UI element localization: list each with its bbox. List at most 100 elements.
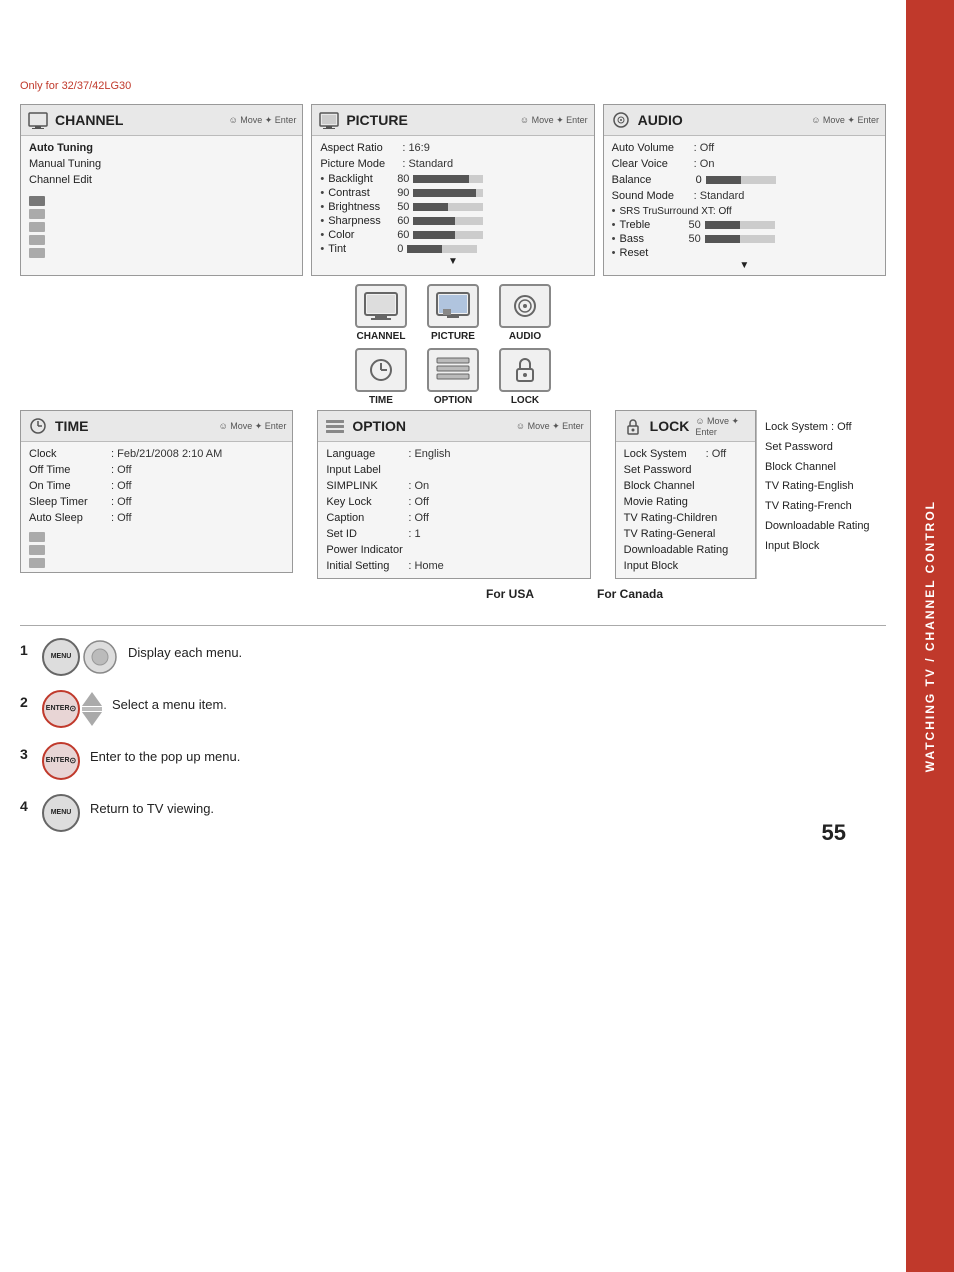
audio-balance: Balance 0: [612, 172, 877, 188]
option-nav: ☺ Move ✦ Enter: [516, 421, 584, 432]
channel-body: Auto Tuning Manual Tuning Channel Edit: [21, 136, 302, 262]
time-autosleep: Auto Sleep : Off: [29, 510, 284, 526]
picture-mode-row: Picture Mode : Standard: [320, 156, 585, 172]
backlight-bar: [413, 175, 483, 183]
instruction-1-text: Display each menu.: [128, 644, 242, 662]
arrow-up-2[interactable]: [82, 692, 102, 706]
picture-title: PICTURE: [346, 112, 514, 128]
time-icon: [27, 415, 49, 437]
audio-header: AUDIO ☺ Move ✦ Enter: [604, 105, 885, 136]
icon-row-2: TIME OPTION: [20, 348, 886, 406]
picture-brightness: • Brightness 50: [320, 200, 585, 214]
option-header: OPTION ☺ Move ✦ Enter: [318, 411, 589, 442]
audio-icon-label: AUDIO: [509, 331, 541, 342]
time-title: TIME: [55, 418, 213, 434]
only-for-label: Only for 32/37/42LG30: [20, 80, 886, 92]
option-initial: Initial Setting : Home: [326, 558, 581, 574]
instruction-3-number: 3: [20, 746, 32, 762]
option-language: Language : English: [326, 446, 581, 462]
option-caption: Caption : Off: [326, 510, 581, 526]
option-keylock: Key Lock : Off: [326, 494, 581, 510]
channel-header: CHANNEL ☺ Move ✦ Enter: [21, 105, 302, 136]
audio-icon: [610, 109, 632, 131]
menu-button-4[interactable]: MENU: [42, 794, 80, 832]
lock-header-icon: [622, 415, 644, 437]
channel-icon-btn[interactable]: CHANNEL: [355, 284, 407, 342]
right-sidebar: WATCHING TV / CHANNEL CONTROL: [906, 0, 954, 1272]
channel-panel: CHANNEL ☺ Move ✦ Enter Auto Tuning Manua…: [20, 104, 303, 276]
canada-tv-french: TV Rating-French: [765, 497, 878, 517]
menu-button-1[interactable]: MENU: [42, 638, 80, 676]
channel-icon: [27, 109, 49, 131]
time-icon-label: TIME: [369, 395, 393, 406]
time-offtime: Off Time : Off: [29, 462, 284, 478]
channel-nav: ☺ Move ✦ Enter: [229, 115, 297, 126]
sharpness-bar: [413, 217, 483, 225]
lock-nav: ☺ Move ✦ Enter: [695, 416, 749, 437]
tint-bar: [407, 245, 477, 253]
instruction-4-text: Return to TV viewing.: [90, 800, 214, 818]
audio-clearvoice: Clear Voice : On: [612, 156, 877, 172]
canada-column: Lock System : Off Set Password Block Cha…: [756, 410, 886, 579]
page-number: 55: [822, 820, 846, 846]
option-setid: Set ID : 1: [326, 526, 581, 542]
lock-inputblock: Input Block: [624, 558, 747, 574]
instruction-4: 4 MENU Return to TV viewing.: [20, 794, 886, 832]
bass-bar: [705, 235, 775, 243]
audio-soundmode: Sound Mode : Standard: [612, 188, 877, 204]
brightness-bar: [413, 203, 483, 211]
lock-icon-label: LOCK: [511, 395, 539, 406]
lock-blockchannel: Block Channel: [624, 478, 747, 494]
channel-item-2: Channel Edit: [29, 172, 294, 188]
time-nav: ☺ Move ✦ Enter: [219, 421, 287, 432]
audio-srs: • SRS TruSurround XT: Off: [612, 204, 877, 218]
audio-body: Auto Volume : Off Clear Voice : On Balan…: [604, 136, 885, 275]
lock-icon-btn[interactable]: LOCK: [499, 348, 551, 406]
lock-password: Set Password: [624, 462, 747, 478]
lock-icon-circle: [499, 348, 551, 392]
option-icon-btn[interactable]: OPTION: [427, 348, 479, 406]
audio-title: AUDIO: [638, 112, 806, 128]
channel-item-0: Auto Tuning: [29, 140, 294, 156]
canada-lock-system: Lock System : Off: [765, 418, 878, 438]
audio-nav: ☺ Move ✦ Enter: [811, 115, 879, 126]
picture-sharpness: • Sharpness 60: [320, 214, 585, 228]
enter-button-3[interactable]: ENTER ⊙: [42, 742, 80, 780]
time-header: TIME ☺ Move ✦ Enter: [21, 411, 292, 442]
nav-oval: [82, 639, 118, 675]
picture-color: • Color 60: [320, 228, 585, 242]
instruction-3-buttons: ENTER ⊙: [42, 742, 80, 780]
picture-tint: • Tint 0: [320, 242, 585, 256]
picture-contrast: • Contrast 90: [320, 186, 585, 200]
audio-autovol: Auto Volume : Off: [612, 140, 877, 156]
picture-icon-circle: [427, 284, 479, 328]
lock-body: Lock System : Off Set Password Block Cha…: [616, 442, 755, 578]
picture-header: PICTURE ☺ Move ✦ Enter: [312, 105, 593, 136]
usa-label: For USA: [460, 587, 560, 601]
picture-icon-btn[interactable]: PICTURE: [427, 284, 479, 342]
audio-icon-btn[interactable]: AUDIO: [499, 284, 551, 342]
option-simplink: SIMPLINK : On: [326, 478, 581, 494]
color-bar: [413, 231, 483, 239]
instruction-2: 2 ENTER ⊙ Select a menu item.: [20, 690, 886, 728]
enter-button-2[interactable]: ENTER ⊙: [42, 690, 80, 728]
instruction-1: 1 MENU Display each menu.: [20, 638, 886, 676]
option-icon-label: OPTION: [434, 395, 472, 406]
channel-item-1: Manual Tuning: [29, 156, 294, 172]
picture-backlight: • Backlight 80: [320, 172, 585, 186]
lock-downloadable: Downloadable Rating: [624, 542, 747, 558]
canada-input-block: Input Block: [765, 537, 878, 557]
center-navigation: CHANNEL PICTURE: [20, 284, 886, 406]
canada-label: For Canada: [580, 587, 680, 601]
balance-bar: [706, 176, 776, 184]
sidebar-text: WATCHING TV / CHANNEL CONTROL: [923, 500, 937, 772]
option-power: Power Indicator: [326, 542, 581, 558]
time-icon-btn[interactable]: TIME: [355, 348, 407, 406]
instruction-3-text: Enter to the pop up menu.: [90, 748, 240, 766]
channel-title: CHANNEL: [55, 112, 223, 128]
lock-section: LOCK ☺ Move ✦ Enter Lock System : Off Se…: [615, 410, 886, 579]
arrow-down-2[interactable]: [82, 712, 102, 726]
contrast-bar: [413, 189, 483, 197]
lock-tv-children: TV Rating-Children: [624, 510, 747, 526]
lock-header: LOCK ☺ Move ✦ Enter: [616, 411, 755, 442]
